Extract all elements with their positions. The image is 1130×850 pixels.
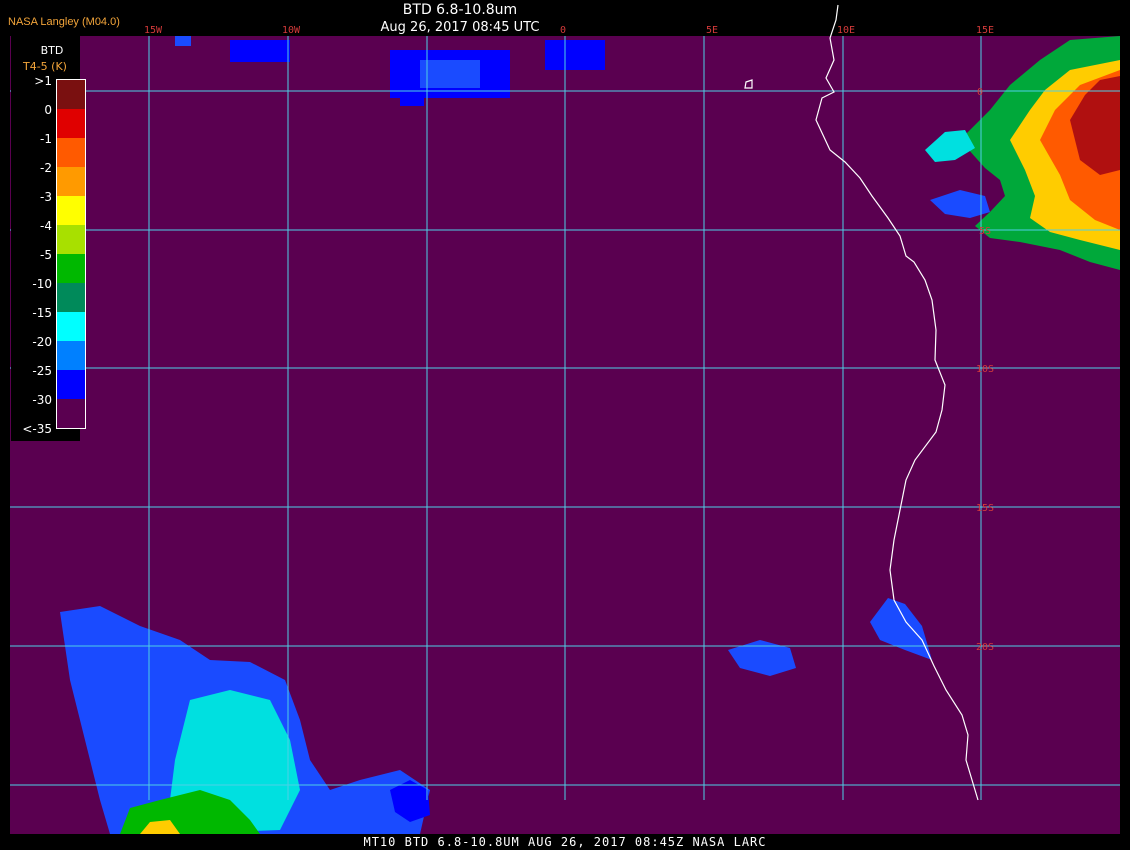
lat-label-20s: 20S — [976, 642, 994, 653]
legend-label: -3 — [40, 190, 52, 204]
legend-label: -2 — [40, 161, 52, 175]
legend-color-bar — [56, 79, 86, 429]
legend-swatch — [57, 225, 85, 254]
satellite-map: 15W 10W 0 5E 10E 15E 0 5S 10S 15S 20S — [10, 4, 1120, 834]
legend-swatch — [57, 399, 85, 428]
lat-label-5s: 5S — [979, 226, 991, 237]
lat-label-0: 0 — [977, 87, 983, 98]
map-timestamp: Aug 26, 2017 08:45 UTC — [380, 20, 540, 35]
legend-units: T4-5 (K) — [23, 60, 67, 73]
lat-label-10s: 10S — [976, 364, 994, 375]
legend-label: -5 — [40, 248, 52, 262]
legend-label: -1 — [40, 132, 52, 146]
legend-title: BTD — [40, 44, 64, 57]
legend-swatch — [57, 370, 85, 399]
n-cloud2 — [230, 40, 290, 62]
legend-label: 0 — [44, 103, 52, 117]
n-cloud1 — [175, 36, 191, 46]
legend-label: -4 — [40, 219, 52, 233]
color-legend: BTD T4-5 (K) >1 0 -1 -2 -3 -4 -5 -10 -15… — [11, 34, 86, 441]
lon-label-15e: 15E — [976, 25, 994, 36]
legend-swatch — [57, 254, 85, 283]
legend-swatch — [57, 80, 85, 109]
legend-label: -15 — [32, 306, 52, 320]
legend-swatch — [57, 312, 85, 341]
legend-label: <-35 — [22, 422, 52, 436]
lat-label-15s: 15S — [976, 503, 994, 514]
legend-swatch — [57, 109, 85, 138]
legend-swatch — [57, 341, 85, 370]
legend-swatch — [57, 167, 85, 196]
legend-label: >1 — [34, 74, 52, 88]
n-cloud6 — [400, 92, 424, 106]
footer-caption: MT10 BTD 6.8-10.8UM AUG 26, 2017 08:45Z … — [363, 835, 767, 849]
legend-swatch — [57, 138, 85, 167]
legend-label: -25 — [32, 364, 52, 378]
legend-swatch — [57, 283, 85, 312]
n-cloud4 — [420, 60, 480, 88]
legend-label: -20 — [32, 335, 52, 349]
legend-label: -30 — [32, 393, 52, 407]
n-cloud5 — [545, 40, 605, 70]
legend-swatch — [57, 196, 85, 225]
map-title: BTD 6.8-10.8um — [402, 2, 518, 18]
legend-label: -10 — [32, 277, 52, 291]
